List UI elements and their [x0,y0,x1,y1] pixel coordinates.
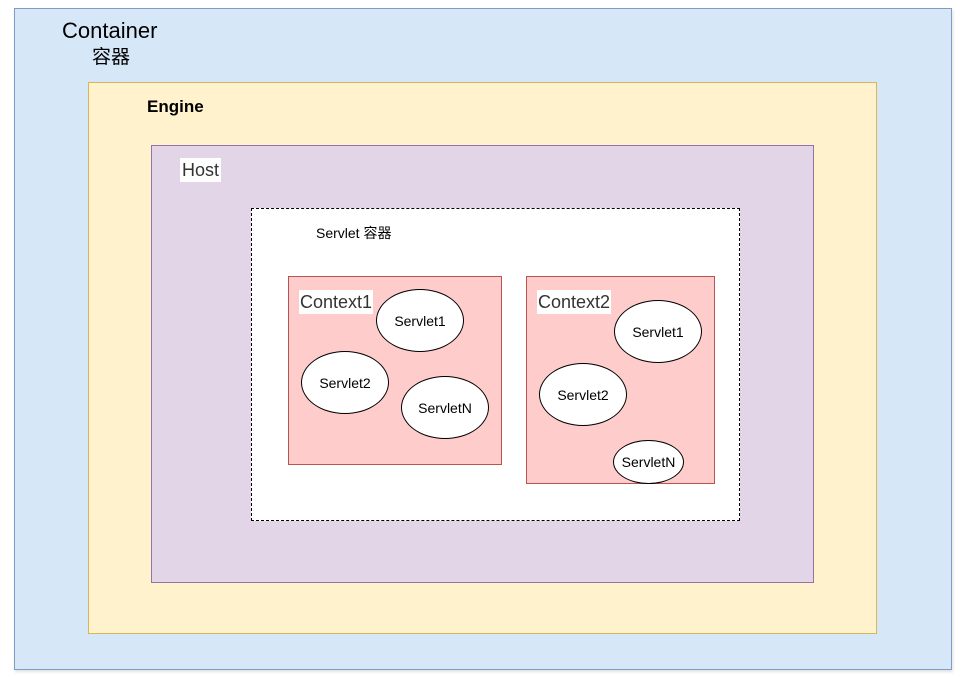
context1-servletn-node: ServletN [401,376,489,439]
container-subtitle: 容器 [92,47,131,68]
engine-title: Engine [147,97,204,116]
context1-servlet2-node: Servlet2 [301,351,389,414]
container-title: Container [62,18,158,43]
context2-servlet1-node: Servlet1 [614,300,702,363]
context2-servletn-node: ServletN [613,440,684,484]
context1-title: Context1 [299,290,374,314]
servlet-container-title: Servlet 容器 [316,225,392,241]
context2-title: Context2 [537,290,612,314]
context1-servlet1-node: Servlet1 [376,289,464,352]
context2-servlet2-node: Servlet2 [539,363,627,426]
host-title: Host [180,158,222,182]
